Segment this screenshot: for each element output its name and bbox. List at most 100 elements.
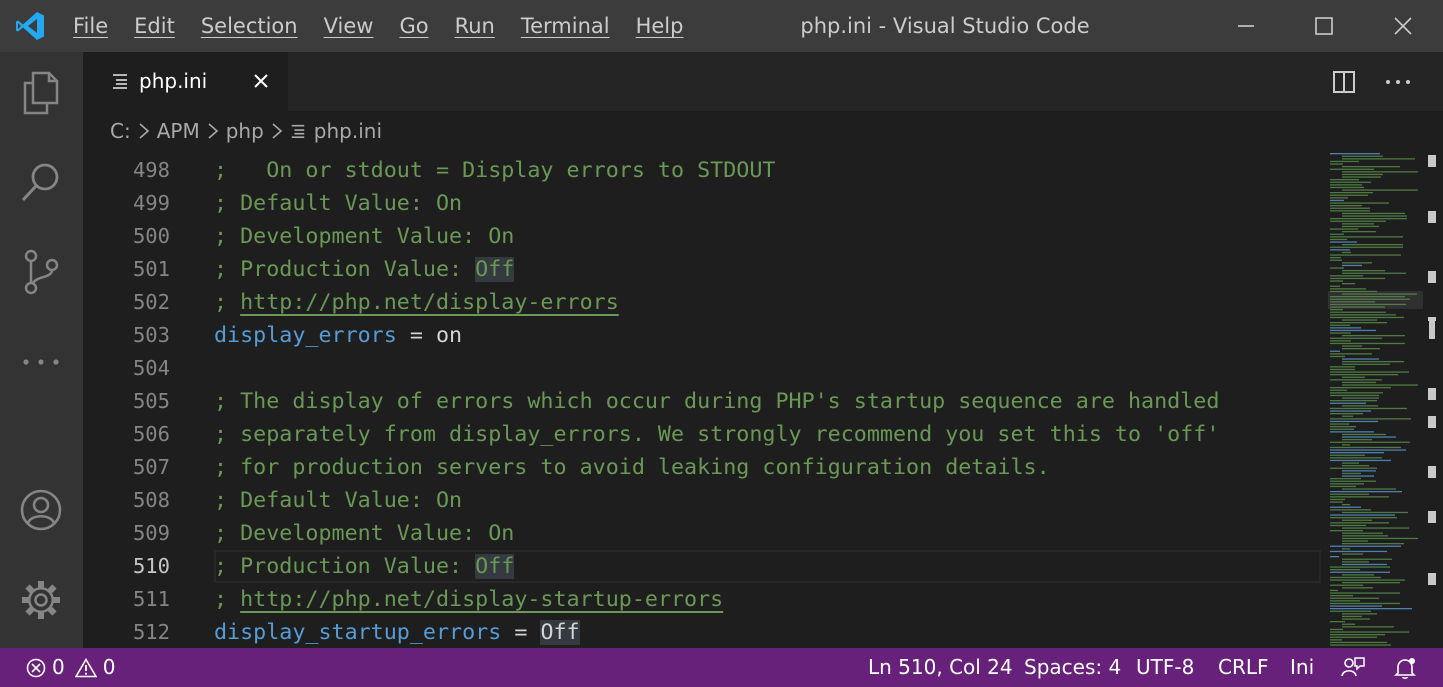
minimap-line bbox=[1330, 634, 1385, 636]
menu-terminal[interactable]: Terminal bbox=[508, 0, 623, 52]
breadcrumb-folder-php[interactable]: php bbox=[226, 119, 264, 143]
end-of-line[interactable]: CRLF bbox=[1218, 648, 1269, 687]
minimap-line bbox=[1330, 246, 1403, 248]
split-editor-icon bbox=[1333, 71, 1355, 93]
minimap-line bbox=[1330, 267, 1344, 269]
maximize-button[interactable] bbox=[1284, 0, 1364, 52]
minimap-line bbox=[1330, 324, 1350, 326]
highlighted-value: Off bbox=[475, 554, 515, 579]
minimap-line bbox=[1330, 413, 1363, 415]
minimap-line bbox=[1330, 545, 1401, 547]
minimap-line bbox=[1330, 644, 1391, 646]
minimap-line bbox=[1330, 428, 1354, 430]
scrollbar-marker bbox=[1428, 573, 1436, 585]
minimap[interactable] bbox=[1328, 151, 1423, 648]
minimap-line bbox=[1330, 410, 1371, 412]
code-editor[interactable]: 498 ; On or stdout = Display errors to S… bbox=[83, 151, 1328, 648]
menu-help[interactable]: Help bbox=[623, 0, 697, 52]
minimap-line bbox=[1342, 574, 1374, 576]
minimap-line bbox=[1330, 621, 1345, 623]
search-icon[interactable] bbox=[16, 157, 66, 207]
minimap-line bbox=[1330, 600, 1360, 602]
error-icon bbox=[26, 658, 46, 677]
minimap-line bbox=[1330, 329, 1376, 332]
explorer-icon[interactable] bbox=[16, 68, 66, 118]
minimap-line bbox=[1330, 314, 1396, 316]
menu-edit[interactable]: Edit bbox=[121, 0, 188, 52]
breadcrumb-file[interactable]: php.ini bbox=[314, 119, 382, 143]
breadcrumb-drive[interactable]: C: bbox=[110, 119, 131, 143]
code-comment-prefix: ; Production Value: bbox=[214, 257, 476, 282]
code-line: 498 ; On or stdout = Display errors to S… bbox=[83, 154, 1328, 187]
doc-link[interactable]: http://php.net/display-startup-errors bbox=[240, 587, 723, 612]
menu-run[interactable]: Run bbox=[442, 0, 508, 52]
account-icon[interactable] bbox=[16, 485, 66, 535]
minimap-line bbox=[1330, 522, 1389, 524]
minimap-line bbox=[1342, 475, 1374, 477]
menu-file[interactable]: File bbox=[60, 0, 121, 52]
problems-indicator[interactable]: 0 0 bbox=[26, 648, 115, 687]
minimap-line bbox=[1330, 446, 1401, 449]
scrollbar-marker bbox=[1428, 388, 1436, 400]
source-control-icon[interactable] bbox=[16, 247, 66, 297]
minimap-line bbox=[1330, 441, 1410, 443]
code-line: 499 ; Default Value: On bbox=[83, 187, 1328, 220]
cursor-position[interactable]: Ln 510, Col 24 bbox=[868, 648, 1013, 687]
more-actions-button[interactable] bbox=[1381, 65, 1415, 99]
tab-label: php.ini bbox=[139, 69, 208, 93]
minimap-line bbox=[1330, 199, 1344, 202]
minimap-line bbox=[1330, 153, 1380, 155]
minimap-line bbox=[1330, 595, 1353, 597]
minimize-button[interactable] bbox=[1206, 0, 1286, 52]
minimap-line bbox=[1330, 342, 1405, 345]
scrollbar-thumb[interactable] bbox=[1429, 317, 1435, 339]
minimap-line bbox=[1330, 584, 1363, 586]
minimap-slider[interactable] bbox=[1328, 291, 1423, 309]
ini-value: Off bbox=[540, 620, 580, 645]
menu-go[interactable]: Go bbox=[386, 0, 441, 52]
indentation[interactable]: Spaces: 4 bbox=[1024, 648, 1121, 687]
minimap-line bbox=[1342, 532, 1383, 534]
doc-link[interactable]: http://php.net/display-errors bbox=[240, 290, 619, 315]
code-text: ; http://php.net/display-errors bbox=[214, 286, 619, 319]
minimap-line bbox=[1342, 155, 1383, 157]
minimap-line bbox=[1342, 587, 1373, 589]
minimap-line bbox=[1330, 366, 1355, 368]
breadcrumb-folder-apm[interactable]: APM bbox=[157, 119, 200, 143]
menu-view[interactable]: View bbox=[311, 0, 387, 52]
settings-gear-icon[interactable] bbox=[16, 575, 66, 625]
feedback-button[interactable] bbox=[1340, 648, 1366, 687]
minimap-line bbox=[1342, 176, 1381, 178]
minimap-line bbox=[1330, 449, 1406, 451]
minimap-line bbox=[1330, 592, 1400, 594]
vertical-scrollbar[interactable] bbox=[1423, 151, 1443, 648]
close-window-button[interactable] bbox=[1363, 0, 1443, 52]
minimap-line bbox=[1330, 589, 1338, 592]
more-icon[interactable] bbox=[16, 337, 66, 387]
encoding[interactable]: UTF-8 bbox=[1136, 648, 1194, 687]
minimap-line bbox=[1330, 257, 1341, 259]
tab-php-ini[interactable]: php.ini bbox=[83, 52, 288, 111]
code-line: 503 display_errors = on bbox=[83, 319, 1328, 352]
minimap-line bbox=[1330, 327, 1361, 329]
line-number: 511 bbox=[132, 587, 170, 611]
language-mode[interactable]: Ini bbox=[1290, 648, 1314, 687]
minimap-line bbox=[1330, 418, 1411, 420]
notifications-button[interactable] bbox=[1393, 648, 1417, 687]
minimap-line bbox=[1342, 384, 1418, 386]
minimap-line bbox=[1330, 478, 1361, 480]
tab-close-button[interactable] bbox=[249, 69, 273, 93]
minimap-line bbox=[1342, 548, 1350, 550]
split-editor-button[interactable] bbox=[1327, 65, 1361, 99]
scrollbar-marker bbox=[1428, 511, 1436, 523]
minimap-line bbox=[1342, 215, 1407, 217]
code-line: 511 ; http://php.net/display-startup-err… bbox=[83, 583, 1328, 616]
minimap-line bbox=[1342, 488, 1396, 490]
line-number: 501 bbox=[132, 257, 170, 281]
minimap-line bbox=[1330, 491, 1402, 493]
file-lines-icon bbox=[290, 123, 306, 139]
code-text: ; Development Value: On bbox=[214, 521, 515, 546]
menu-selection[interactable]: Selection bbox=[188, 0, 311, 52]
window-title: php.ini - Visual Studio Code bbox=[800, 14, 1090, 38]
minimap-line bbox=[1342, 225, 1379, 228]
